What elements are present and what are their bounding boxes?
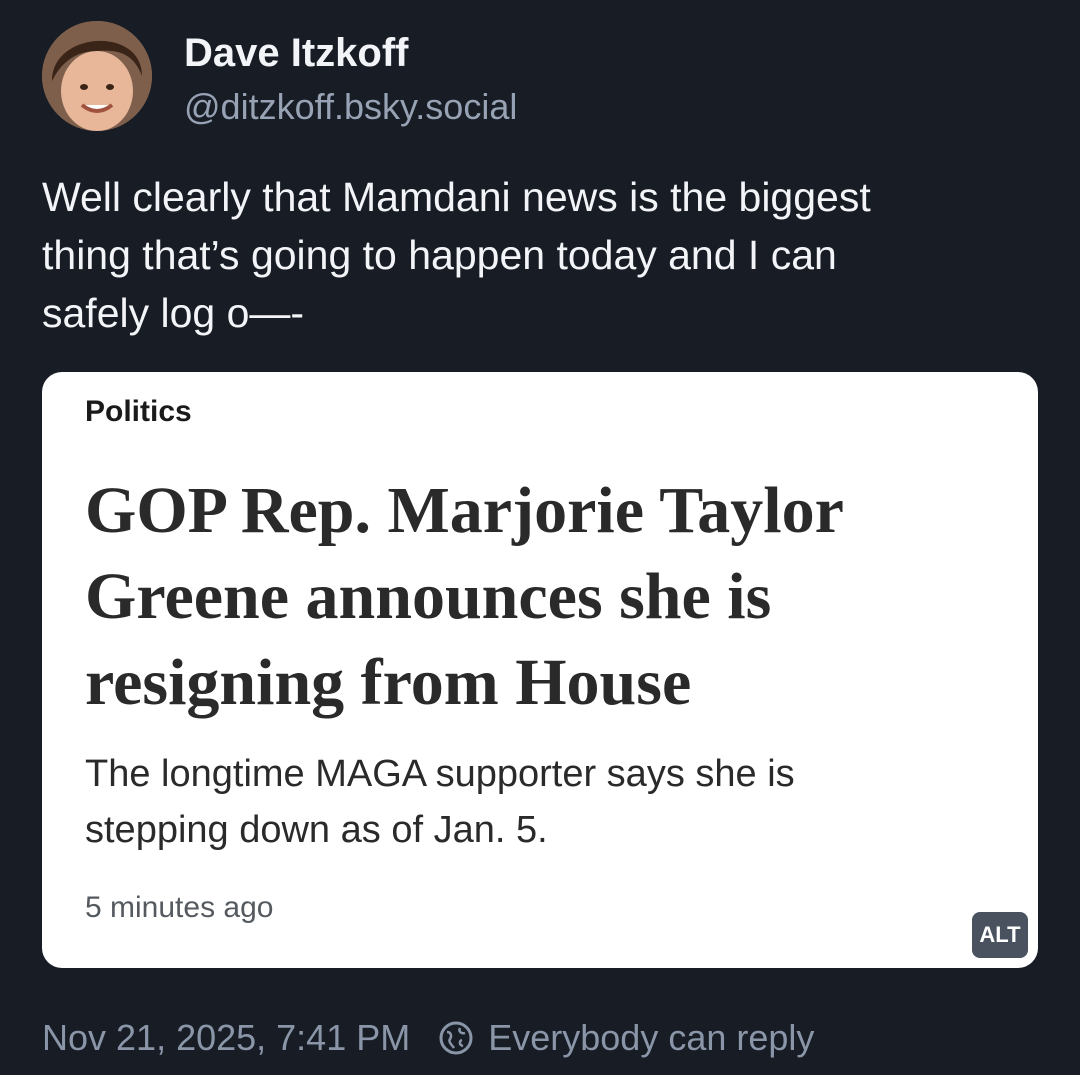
author-handle[interactable]: @ditzkoff.bsky.social xyxy=(184,86,517,128)
avatar-image xyxy=(42,21,152,131)
avatar[interactable] xyxy=(42,21,152,131)
reply-setting-label[interactable]: Everybody can reply xyxy=(488,1017,814,1059)
post-text: Well clearly that Mamdani news is the bi… xyxy=(42,174,871,336)
globe-icon xyxy=(438,1020,474,1056)
article-time: 5 minutes ago xyxy=(85,891,274,924)
post-meta: Nov 21, 2025, 7:41 PM Everybody can repl… xyxy=(42,1014,814,1062)
article-headline: GOP Rep. Marjorie Taylor Greene announce… xyxy=(85,474,844,719)
post-timestamp[interactable]: Nov 21, 2025, 7:41 PM xyxy=(42,1017,410,1059)
author-display-name[interactable]: Dave Itzkoff xyxy=(184,30,409,76)
alt-text-button[interactable]: ALT xyxy=(972,912,1028,958)
article-section-label: Politics xyxy=(85,395,192,428)
article-dek: The longtime MAGA supporter says she is … xyxy=(85,753,795,851)
article-screenshot-image[interactable]: Politics GOP Rep. Marjorie Taylor Greene… xyxy=(42,372,1038,968)
